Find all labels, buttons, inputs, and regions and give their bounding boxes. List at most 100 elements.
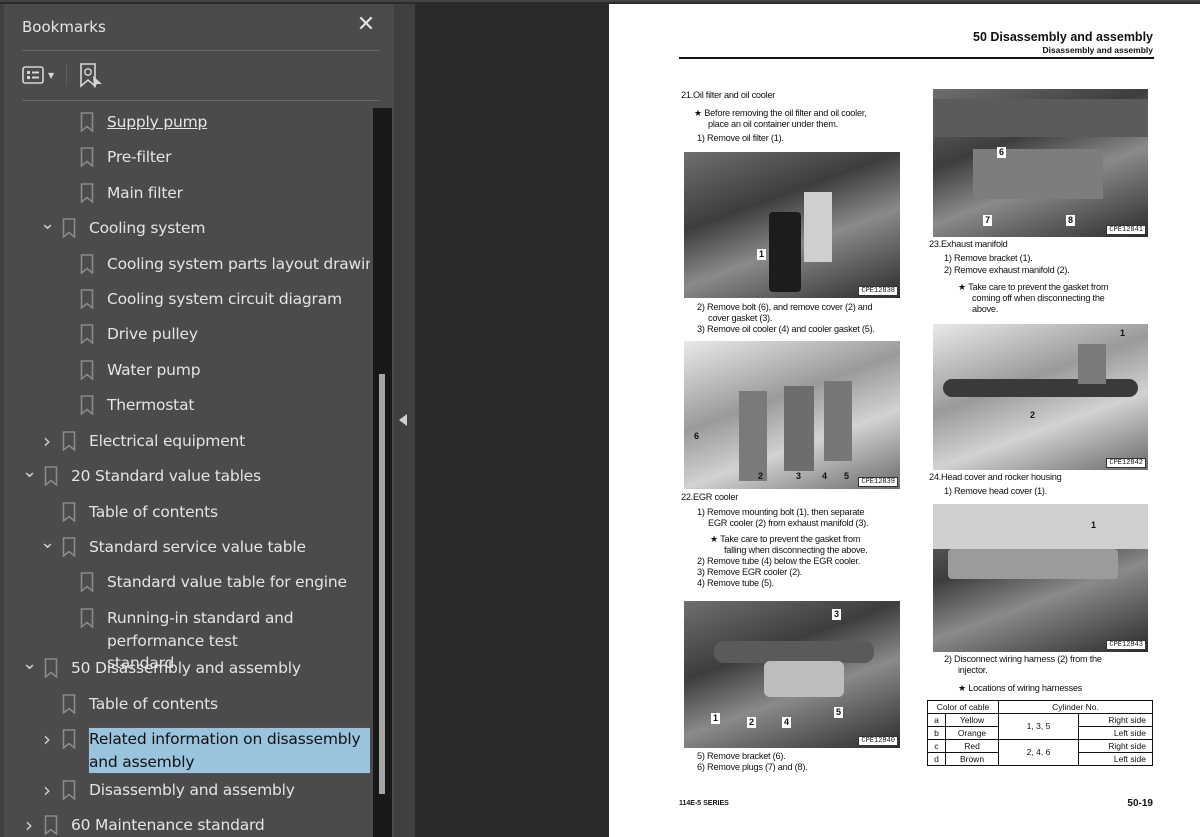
chevron-down-icon[interactable]: ⌄ xyxy=(40,534,55,557)
bookmark-icon xyxy=(62,694,76,715)
bookmark-label: Cooling system xyxy=(89,219,206,237)
table-cell: 2, 4, 6 xyxy=(998,739,1079,766)
section-22-step-1: 1) Remove mounting bolt (1), then separa… xyxy=(697,507,865,517)
bookmark-icon xyxy=(80,254,94,275)
section-24-step-2: 2) Disconnect wiring harness (2) from th… xyxy=(944,654,1102,664)
bookmark-item[interactable]: ⌄ 20 Standard value tables xyxy=(4,463,370,489)
options-dropdown-button[interactable]: ▼ xyxy=(22,66,54,84)
bookmark-item[interactable]: Cooling system parts layout drawing xyxy=(4,253,370,277)
figure-callout: 1 xyxy=(757,249,767,260)
bookmark-item[interactable]: Running-in standard and performance test… xyxy=(4,607,370,672)
bookmark-item[interactable]: Standard value table for engine xyxy=(4,571,370,595)
section-23-note-cont: coming off when disconnecting the xyxy=(972,293,1105,303)
bookmarks-toolbar: ▼ xyxy=(22,60,103,90)
bookmark-item[interactable]: Table of contents xyxy=(4,501,370,525)
figure-shape xyxy=(948,549,1118,579)
bookmark-label: Electrical equipment xyxy=(89,432,246,450)
section-23-title: 23.Exhaust manifold xyxy=(929,239,1008,249)
toolbar-separator xyxy=(66,64,68,86)
section-24-note: ★ Locations of wiring harnesses xyxy=(958,683,1083,693)
section-23-step-1: 1) Remove bracket (1). xyxy=(944,253,1033,263)
figure-shape xyxy=(784,386,814,471)
bookmark-item[interactable]: › Electrical equipment xyxy=(4,430,370,454)
table-cell: Red xyxy=(945,739,999,753)
table-cell: Yellow xyxy=(945,713,999,727)
bookmark-icon xyxy=(62,780,76,801)
chevron-right-icon[interactable]: › xyxy=(22,815,36,835)
bookmark-item[interactable]: Drive pulley xyxy=(4,323,370,347)
table-cell: Brown xyxy=(945,752,999,766)
figure-exhaust-manifold: 1 2 CPE12842 xyxy=(933,324,1148,470)
scrollbar-thumb[interactable] xyxy=(379,374,385,794)
divider xyxy=(22,100,380,101)
figure-callout: 6 xyxy=(694,431,700,441)
bookmark-icon xyxy=(44,658,58,679)
bookmark-label: Disassembly and assembly xyxy=(89,781,295,799)
section-22-step-4: 4) Remove tube (5). xyxy=(697,578,774,588)
chevron-down-icon: ▼ xyxy=(48,70,55,80)
bookmark-icon xyxy=(62,502,76,523)
table-cell: Right side xyxy=(1078,713,1153,727)
figure-callout: 5 xyxy=(844,471,850,481)
chevron-down-icon[interactable]: ⌄ xyxy=(22,463,37,486)
bookmark-icon xyxy=(62,729,76,750)
bookmark-item[interactable]: ⌄ 50 Disassembly and assembly xyxy=(4,655,370,681)
bookmark-item[interactable]: Pre-filter xyxy=(4,146,370,170)
figure-callout: 8 xyxy=(1066,215,1076,226)
figure-callout: 4 xyxy=(782,717,792,728)
bookmark-icon xyxy=(80,360,94,381)
bookmark-icon xyxy=(62,218,76,239)
bookmark-item[interactable]: Main filter xyxy=(4,182,370,206)
section-22-note: ★ Take care to prevent the gasket from xyxy=(710,534,861,544)
section-21-step-3: 3) Remove oil cooler (4) and cooler gask… xyxy=(697,324,875,334)
figure-callout: 3 xyxy=(832,609,842,620)
table-cell: Orange xyxy=(945,726,999,740)
bookmark-icon xyxy=(80,289,94,310)
chevron-down-icon[interactable]: ⌄ xyxy=(22,655,37,678)
figure-shape xyxy=(764,661,844,697)
bookmark-item[interactable]: Supply pump xyxy=(4,111,370,135)
bookmark-icon xyxy=(80,183,94,204)
table-cell: c xyxy=(927,739,946,753)
figure-shape xyxy=(933,504,1148,549)
figure-callout: 2 xyxy=(758,471,764,481)
bookmark-icon xyxy=(62,537,76,558)
figure-shape xyxy=(1078,344,1106,384)
chevron-right-icon[interactable]: › xyxy=(40,780,54,800)
section-21-title: 21.Oil filter and oil cooler xyxy=(681,90,776,100)
bookmark-item[interactable]: Table of contents xyxy=(4,693,370,717)
bookmark-label: Cooling system parts layout drawing xyxy=(107,255,370,273)
bookmark-item[interactable]: › 60 Maintenance standard xyxy=(4,814,370,837)
bookmark-item[interactable]: ⌄ Standard service value table xyxy=(4,534,370,560)
chevron-right-icon[interactable]: › xyxy=(40,729,54,749)
list-options-icon xyxy=(22,66,44,84)
section-21-step-2: 2) Remove bolt (6), and remove cover (2)… xyxy=(697,302,873,312)
bookmark-item[interactable]: › Related information on disassembly and … xyxy=(4,727,370,774)
bookmark-icon xyxy=(80,395,94,416)
bookmark-label: Drive pulley xyxy=(107,325,198,343)
section-23-note: ★ Take care to prevent the gasket from xyxy=(958,282,1109,292)
section-23-step-2: 2) Remove exhaust manifold (2). xyxy=(944,265,1070,275)
collapse-panel-arrow-icon[interactable] xyxy=(399,414,407,426)
bookmark-tree: Supply pump Pre-filter Main filter ⌄ Coolin… xyxy=(4,104,370,837)
table-cell: a xyxy=(927,713,946,727)
find-current-bookmark-button[interactable] xyxy=(79,62,103,88)
figure-shape xyxy=(769,212,801,292)
figure-callout: 7 xyxy=(983,215,993,226)
bookmark-item[interactable]: Water pump xyxy=(4,359,370,383)
close-icon[interactable]: ✕ xyxy=(354,13,378,37)
chevron-right-icon[interactable]: › xyxy=(40,431,54,451)
figure-code: CPE12839 xyxy=(858,477,898,487)
bookmark-label: Thermostat xyxy=(107,396,195,414)
bookmark-label: Supply pump xyxy=(107,113,208,131)
bookmark-item[interactable]: Thermostat xyxy=(4,394,370,418)
section-24-title: 24.Head cover and rocker housing xyxy=(929,472,1062,482)
table-cell: b xyxy=(927,726,946,740)
bookmark-item[interactable]: › Disassembly and assembly xyxy=(4,779,370,803)
chevron-down-icon[interactable]: ⌄ xyxy=(40,215,55,238)
figure-code: CPE12838 xyxy=(858,286,898,296)
bookmark-label: 50 Disassembly and assembly xyxy=(71,659,301,677)
figure-callout: 4 xyxy=(822,471,828,481)
bookmark-item[interactable]: ⌄ Cooling system xyxy=(4,215,370,241)
bookmark-item[interactable]: Cooling system circuit diagram xyxy=(4,288,370,312)
